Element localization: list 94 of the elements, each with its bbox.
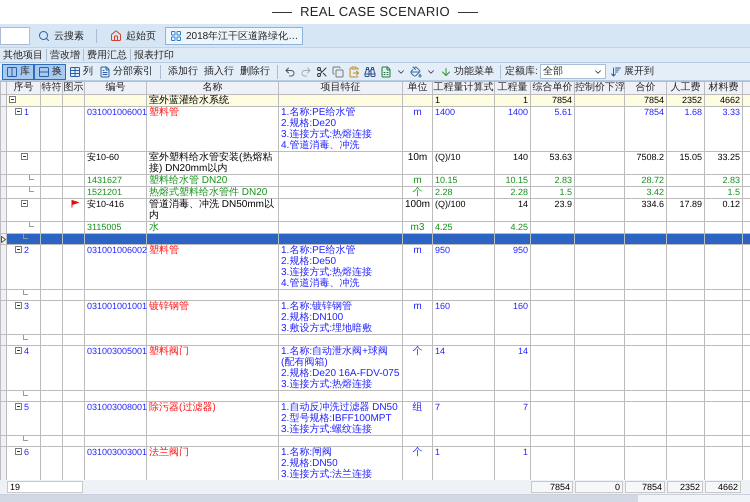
view-mode-button[interactable]: 换	[34, 64, 66, 80]
total-cell: 4662	[705, 481, 742, 493]
collapse-icon[interactable]	[21, 200, 28, 207]
function-menu-button[interactable]: 功能菜单	[438, 64, 496, 80]
toolbar-button[interactable]: 插入行	[201, 64, 237, 80]
table-icon	[69, 66, 81, 78]
expand-to-button[interactable]: 展开到	[606, 64, 658, 80]
feature-line: 4.管道消毒、冲洗	[281, 278, 360, 289]
feature-line: 2.规格:DN100	[281, 312, 344, 323]
cloud-search-button[interactable]: 云搜素	[34, 27, 88, 45]
collapse-icon[interactable]	[15, 108, 22, 115]
feature-line: 1.名称:PE给水管	[281, 245, 356, 256]
row-number: 6	[24, 447, 30, 458]
table-row[interactable]: 1521201 热熔式塑料给水管件 DN20 个 2.28 2.28 1.5 3.42 1.5	[0, 186, 750, 198]
feature-line: 2.型号规格:IBFF100MPT	[281, 413, 393, 424]
row-count: 19	[7, 481, 84, 493]
row-number: 2	[24, 245, 30, 256]
search-field[interactable]	[0, 27, 30, 45]
arrow-down-icon	[440, 66, 452, 78]
toolbar-button[interactable]: 分部索引	[96, 64, 156, 80]
feature-line: 1.名称:PE给水管	[281, 107, 356, 118]
feature-line: 3.连接方式:热熔连接	[281, 379, 374, 390]
row-number: 4	[24, 346, 30, 357]
copy-icon[interactable]	[332, 66, 344, 78]
undo-icon[interactable]	[284, 66, 296, 78]
quota-library-select[interactable]: 全部	[540, 64, 606, 79]
cut-icon[interactable]	[316, 66, 328, 78]
feature-line: 2.规格:De50	[281, 256, 338, 267]
table-row[interactable]: 1 031001006001 塑料管 1.名称:PE给水管 2.规格:De20 3.连接方式:热熔连接 4.管道消毒、冲洗 m 1400 1400 5.61 7854 1.68 3.33	[0, 106, 750, 152]
document-icon	[99, 66, 111, 78]
sort-icon	[610, 66, 622, 78]
table-row[interactable]: 6 031003003001 法兰阀门 1.名称:闸阀 2.规格:DN50 3.连接方式:法兰连接 个 1 1	[0, 446, 750, 480]
paste-icon[interactable]	[348, 66, 360, 78]
current-row-icon	[1, 236, 6, 242]
search-icon	[38, 30, 50, 42]
tab[interactable]: 2018年江干区道路绿化…	[165, 27, 304, 45]
total-cell: 2352	[667, 481, 704, 493]
menu-item[interactable]: 其他项目	[0, 48, 46, 62]
quota-library-label: 定额库:	[505, 64, 538, 79]
table-row[interactable]: 5 031003008001 除污器(过滤器) 1.自动反冲洗过滤器 DN50 2.型号规格:IBFF100MPT 3.连接方式:螺纹连接 组 7 7	[0, 402, 750, 436]
page-title: REAL CASE SCENARIO	[300, 3, 450, 22]
view-mode-button[interactable]: 库	[2, 64, 34, 80]
feature-line: 3.连接方式:法兰连接	[281, 469, 374, 480]
binoculars-icon[interactable]	[364, 66, 376, 78]
toolbar-button[interactable]: 列	[66, 64, 96, 80]
collapse-icon[interactable]	[15, 448, 22, 455]
feature-line: 1.名称:闸阀	[281, 447, 334, 458]
column-header[interactable]: 项目特征	[278, 82, 402, 94]
collapse-icon[interactable]	[15, 403, 22, 410]
feature-line: 1.名称:镀锌钢管	[281, 301, 354, 312]
feature-line: 4.管道消毒、冲洗	[281, 140, 360, 151]
toolbar-button[interactable]: 删除行	[237, 64, 273, 80]
table-row[interactable]: 3 031001001001 镀锌钢管 1.名称:镀锌钢管 2.规格:DN100 3.敷设方式:埋地暗敷 m 160 160	[0, 300, 750, 334]
feature-line: 2.规格:De20	[281, 118, 338, 129]
feature-line: 1.名称:自动泄水阀+球阀(配有阀箱)	[281, 346, 389, 368]
tab[interactable]: 起始页	[105, 27, 161, 45]
collapse-icon[interactable]	[9, 96, 16, 103]
column-header[interactable]: 编号	[84, 82, 146, 94]
home-icon	[110, 30, 122, 42]
menu-item[interactable]: 费用汇总	[84, 48, 130, 62]
feature-line: 2.规格:De20 16A-FDV-075	[281, 368, 400, 379]
table-row[interactable]: 室外蓝灌给水系统 1 1 7854 7854 2352 4662	[0, 94, 750, 106]
paint-bucket-icon[interactable]	[410, 66, 422, 78]
column-header[interactable]: 名称	[146, 82, 278, 94]
table-row[interactable]: 1431627 塑料给水管 DN20 m 10.15 10.15 2.83 28.72 2.83	[0, 174, 750, 186]
row-number: 3	[24, 301, 30, 312]
collapse-icon[interactable]	[15, 347, 22, 354]
collapse-icon[interactable]	[15, 246, 22, 253]
feature-line: 3.连接方式:螺纹连接	[281, 424, 374, 435]
table-row[interactable]: 3115005 水 m3 4.25 4.25	[0, 222, 750, 234]
table-row[interactable]: 4 031003005001 塑料阀门 1.名称:自动泄水阀+球阀(配有阀箱) 2.规格:De20 16A-FDV-075 3.连接方式:热熔连接 个 14 14	[0, 346, 750, 390]
total-cell: 7854	[531, 481, 574, 493]
horizontal-scrollbar[interactable]	[0, 494, 750, 502]
columns-icon	[6, 66, 18, 78]
collapse-icon[interactable]	[15, 302, 22, 309]
feature-line: 1.自动反冲洗过滤器 DN50	[281, 402, 399, 413]
feature-line: 3.敷设方式:埋地暗敷	[281, 323, 374, 334]
table-row[interactable]: 安10-60 室外塑料给水管安装(热熔粘接) DN20mm以内 10m (Q)/10 140 53.63 7508.2 15.05 33.25	[0, 152, 750, 174]
collapse-icon[interactable]	[21, 153, 28, 160]
total-cell: 7854	[625, 481, 666, 493]
toolbar-button[interactable]: 添加行	[165, 64, 201, 80]
table-row[interactable]: 安10-416 管道消毒、冲洗 DN50mm以内 100m (Q)/100 14 23.9 334.6 17.89 0.12	[0, 198, 750, 222]
rows-icon	[38, 66, 50, 78]
menu-item[interactable]: 报表打印	[131, 48, 177, 62]
feature-line: 3.连接方式:热熔连接	[281, 129, 374, 140]
row-number: 1	[24, 107, 30, 118]
table-row[interactable]: 2 031001006002 塑料管 1.名称:PE给水管 2.规格:De50 3.连接方式:热熔连接 4.管道消毒、冲洗 m 950 950	[0, 244, 750, 290]
grid-icon	[170, 30, 182, 42]
row-number: 5	[24, 402, 30, 413]
feature-line: 2.规格:DN50	[281, 458, 338, 469]
menu-item[interactable]: 营改增	[47, 48, 83, 62]
total-cell: 0	[575, 481, 624, 493]
spreadsheet-icon[interactable]	[380, 66, 392, 78]
feature-line: 3.连接方式:热熔连接	[281, 267, 374, 278]
